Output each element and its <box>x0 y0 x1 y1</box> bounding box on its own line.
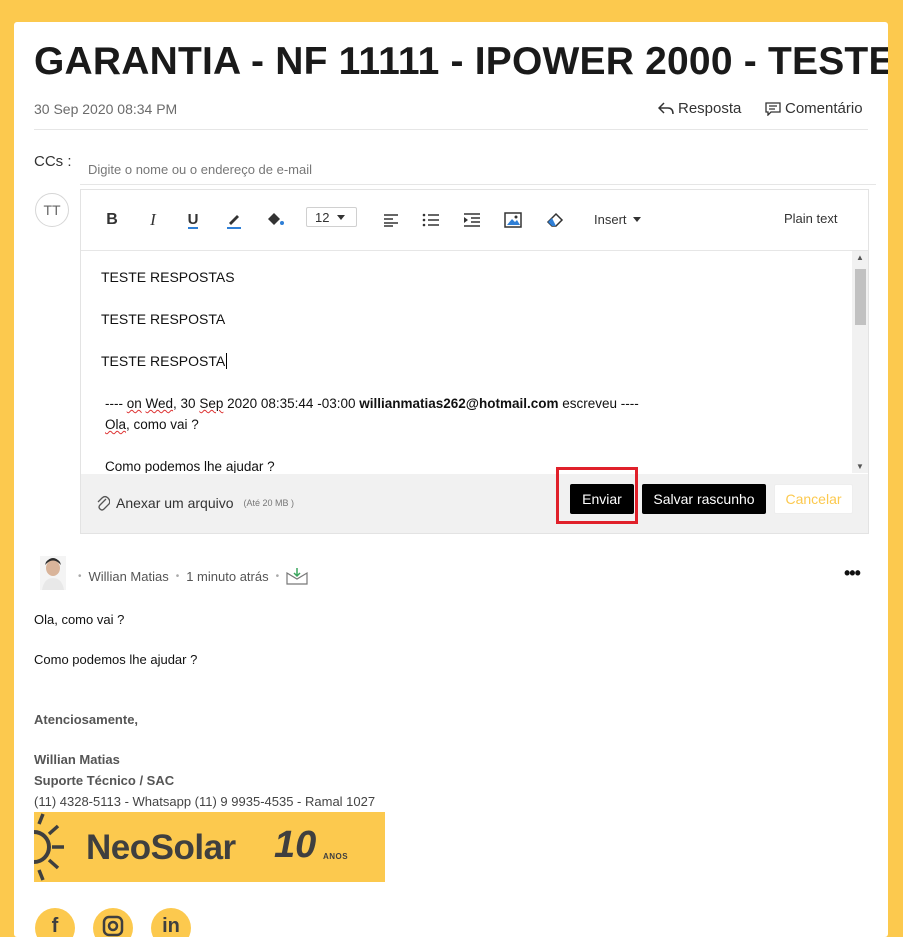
reply-icon <box>658 101 674 114</box>
neosolar-banner: NeoSolar 10 ANOS <box>34 812 385 882</box>
linkedin-glyph: in <box>162 915 180 937</box>
attach-limit: (Até 20 MB ) <box>243 498 295 508</box>
attach-label: Anexar um arquivo <box>116 495 234 511</box>
quote-line: Como podemos lhe ajudar ? <box>105 459 275 473</box>
underline-label: U <box>187 210 199 229</box>
send-button[interactable]: Enviar <box>570 484 634 514</box>
author-avatar <box>40 556 66 590</box>
editor-line-text: TESTE RESPOSTA <box>101 353 226 369</box>
indent-icon <box>464 213 480 227</box>
cancel-button[interactable]: Cancelar <box>774 484 853 514</box>
font-size-value: 12 <box>315 209 330 225</box>
quote-word: Ola <box>105 417 127 432</box>
sun-logo-icon <box>34 813 64 881</box>
instagram-glyph <box>102 915 124 937</box>
editor-line: TESTE RESPOSTA <box>101 311 226 327</box>
editor-line: TESTE RESPOSTA <box>101 353 228 369</box>
align-left-icon <box>384 214 398 227</box>
underline-button[interactable]: U <box>184 209 202 231</box>
more-options-icon[interactable]: ••• <box>844 563 861 584</box>
italic-button[interactable]: I <box>144 209 162 231</box>
attach-file-button[interactable]: Anexar um arquivo (Até 20 MB ) <box>96 495 294 511</box>
quote-on: on <box>126 396 142 411</box>
facebook-icon[interactable]: f <box>35 908 75 937</box>
image-icon <box>504 212 522 228</box>
quote-month: Sep <box>199 396 224 411</box>
email-received-icon <box>286 568 308 585</box>
caret-down-icon <box>337 214 346 220</box>
signature-name: Willian Matias <box>34 752 120 767</box>
instagram-icon[interactable] <box>93 908 133 937</box>
reply-button[interactable]: Resposta <box>658 100 741 117</box>
insert-label: Insert <box>594 212 627 227</box>
reply-editor: B I U 12 Insert Plain text TESTE RESPOST… <box>80 189 869 534</box>
text-color-button[interactable] <box>224 209 244 231</box>
signature-role: Suporte Técnico / SAC <box>34 773 175 788</box>
editor-line: TESTE RESPOSTAS <box>101 269 235 285</box>
indent-button[interactable] <box>462 209 482 231</box>
insert-menu[interactable]: Insert <box>594 212 641 227</box>
font-size-select[interactable]: 12 <box>306 207 357 227</box>
bullet-list-button[interactable] <box>421 209 441 231</box>
scroll-thumb[interactable] <box>855 269 866 325</box>
ticket-card: GARANTIA - NF 11111 - IPOWER 2000 - TEST… <box>14 22 888 937</box>
editor-toolbar: B I U 12 Insert Plain text <box>81 190 868 251</box>
plain-text-toggle[interactable]: Plain text <box>784 211 837 226</box>
linkedin-icon[interactable]: in <box>151 908 191 937</box>
quote-suffix: escreveu ---- <box>558 396 639 411</box>
quote-weekday: Wed <box>145 396 174 411</box>
pen-icon <box>227 215 241 229</box>
ticket-date: 30 Sep 2020 08:34 PM <box>34 101 178 117</box>
brand-anos: ANOS <box>323 852 349 861</box>
separator-dot: • <box>175 570 180 582</box>
scroll-up-icon[interactable]: ▲ <box>856 253 864 262</box>
brand-name: NeoSolar <box>86 828 236 867</box>
reply-label: Resposta <box>678 100 742 117</box>
comment-button[interactable]: Comentário <box>765 100 863 117</box>
cc-input[interactable] <box>80 154 876 185</box>
quote-day: , 30 <box>173 396 200 411</box>
insert-image-button[interactable] <box>503 209 523 231</box>
message-line: Como podemos lhe ajudar ? <box>34 652 198 667</box>
bullet-list-icon <box>422 213 439 227</box>
message-time: 1 minuto atrás <box>186 568 269 584</box>
align-button[interactable] <box>381 209 401 231</box>
composer-avatar: TT <box>35 193 69 227</box>
comment-icon <box>765 101 781 116</box>
scroll-down-icon[interactable]: ▼ <box>856 462 864 471</box>
brand-years: 10 <box>274 824 317 866</box>
paint-bucket-icon <box>268 213 284 225</box>
message-meta: • Willian Matias • 1 minuto atrás • <box>78 567 308 585</box>
header-divider <box>34 129 868 130</box>
quote-text: , como vai ? <box>126 417 199 432</box>
cc-label: CCs : <box>34 153 72 170</box>
comment-label: Comentário <box>785 100 863 117</box>
quote-datetime: 2020 08:35:44 -03:00 <box>223 396 360 411</box>
quote-prefix: ---- <box>105 396 127 411</box>
clear-format-button[interactable] <box>544 209 566 231</box>
fill-color-button[interactable] <box>264 209 286 231</box>
composer-footer: Anexar um arquivo (Até 20 MB ) Enviar Sa… <box>81 474 868 533</box>
quote-email: willianmatias262@hotmail.com <box>359 396 559 411</box>
signature-regards: Atenciosamente, <box>34 712 139 727</box>
text-cursor <box>226 353 228 369</box>
paperclip-icon <box>97 495 110 511</box>
save-draft-button[interactable]: Salvar rascunho <box>642 484 766 514</box>
message-line: Ola, como vai ? <box>34 612 125 627</box>
caret-down-icon <box>632 217 641 222</box>
separator-dot: • <box>275 570 280 582</box>
ticket-title: GARANTIA - NF 11111 - IPOWER 2000 - TEST… <box>34 40 888 83</box>
eraser-icon <box>546 212 564 227</box>
bold-button[interactable]: B <box>103 209 121 231</box>
editor-scrollbar[interactable]: ▲ ▼ <box>852 251 868 473</box>
editor-content[interactable]: TESTE RESPOSTAS TESTE RESPOSTA TESTE RES… <box>81 251 852 473</box>
signature-phone: (11) 4328-5113 - Whatsapp (11) 9 9935-45… <box>34 794 376 809</box>
author-name: Willian Matias <box>88 568 169 584</box>
quote-header: ---- on Wed, 30 Sep 2020 08:35:44 -03:00… <box>105 396 639 411</box>
quote-line: Ola, como vai ? <box>105 417 199 432</box>
separator-dot: • <box>78 570 82 582</box>
